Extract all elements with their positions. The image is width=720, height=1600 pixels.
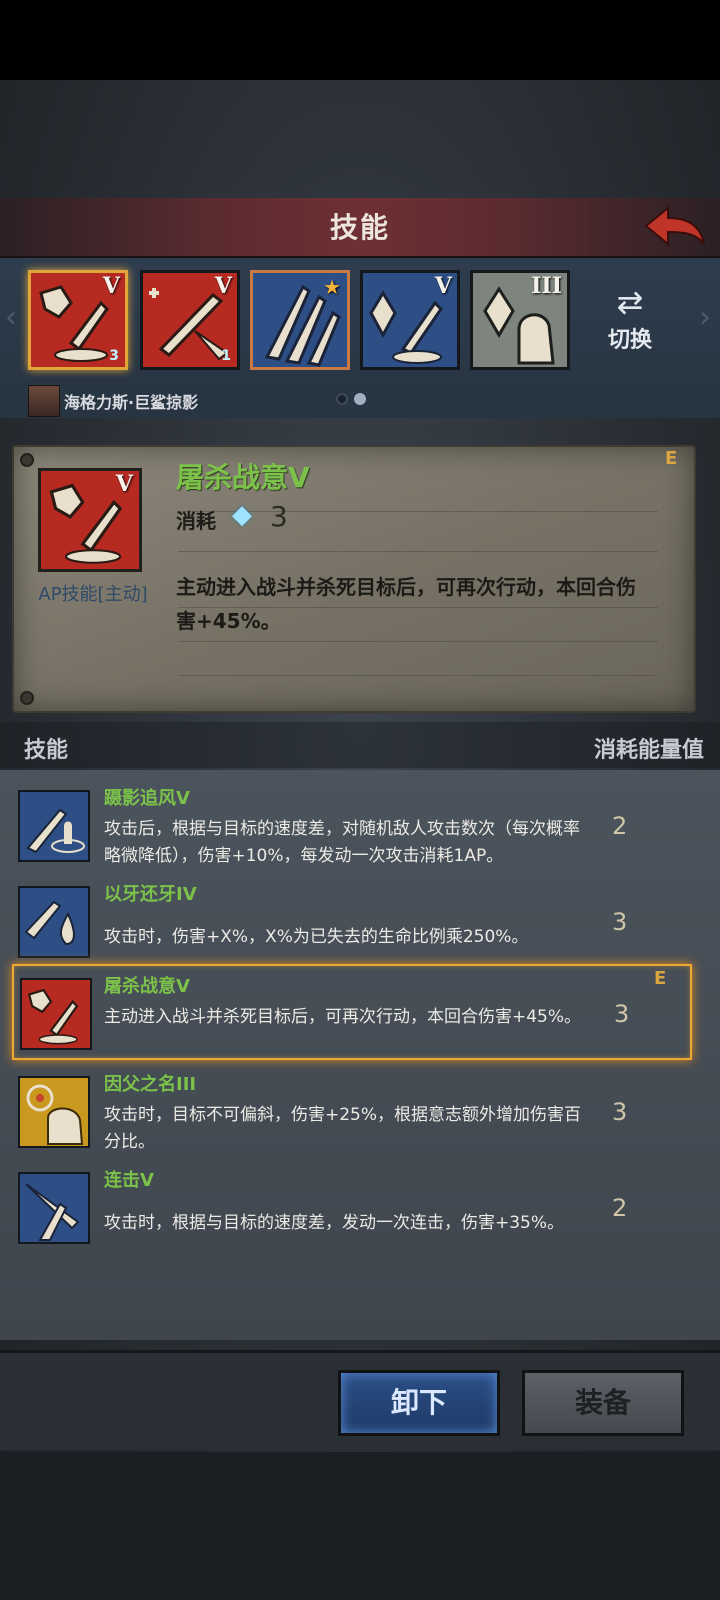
skill-description: 攻击后，根据与目标的速度差，对随机敌人攻击数次（每次概率略微降低），伤害+10%… xyxy=(104,819,580,866)
ruled-line xyxy=(178,551,658,552)
skill-cost: 2 xyxy=(612,1194,628,1222)
sword-drop-icon xyxy=(18,886,90,958)
skill-slot-4[interactable]: V xyxy=(360,270,460,370)
skill-name: 蹑影追风V xyxy=(104,788,190,809)
skill-cost: 3 xyxy=(612,1098,628,1126)
skill-slot-2[interactable]: V 1 xyxy=(140,270,240,370)
skill-level: V xyxy=(214,273,232,299)
double-blade-icon xyxy=(18,1172,90,1244)
skill-slot-3[interactable]: ★ xyxy=(250,270,350,370)
skill-list-item-selected[interactable]: 屠杀战意V 主动进入战斗并杀死目标后，可再次行动，本回合伤害+45%。 3 E xyxy=(12,964,692,1060)
rivet-icon xyxy=(20,453,34,467)
ruled-line xyxy=(178,641,658,642)
skill-slot-1[interactable]: V 3 xyxy=(28,270,128,370)
detail-description: 主动进入战斗并杀死目标后，可再次行动，本回合伤害+45%。 xyxy=(176,575,636,633)
ruled-line xyxy=(178,675,658,676)
list-header-cost: 消耗能量值 xyxy=(593,738,704,763)
skill-name: 以牙还牙IV xyxy=(104,884,197,905)
prev-page-arrow-icon[interactable]: ‹ xyxy=(2,300,20,336)
hero-info: 海格力斯·巨鲨掠影 xyxy=(28,385,198,417)
skill-description: 攻击时，伤害+X%，X%为已失去的生命比例乘250%。 xyxy=(104,927,529,947)
skill-cost: 3 xyxy=(614,1000,630,1028)
status-bar-area xyxy=(0,0,720,80)
switch-button[interactable]: ⇄ 切换 xyxy=(600,282,660,362)
detail-skill-icon: V xyxy=(38,468,142,572)
switch-label: 切换 xyxy=(607,328,652,353)
rank-badge: E xyxy=(665,448,678,469)
skill-level: III xyxy=(531,273,562,299)
page-dot-active xyxy=(354,393,366,405)
skill-list-item[interactable]: 以牙还牙IV 攻击时，伤害+X%，X%为已失去的生命比例乘250%。 3 xyxy=(0,874,720,970)
hero-avatar xyxy=(28,385,60,417)
page-indicator xyxy=(336,393,366,405)
next-page-arrow-icon[interactable]: › xyxy=(696,300,714,336)
broken-sword-icon xyxy=(20,978,92,1050)
skill-level: V xyxy=(434,273,452,299)
back-button[interactable] xyxy=(642,204,708,252)
rivet-icon xyxy=(20,691,34,705)
header-bar: 技能 xyxy=(0,198,720,258)
equip-button[interactable]: 装备 xyxy=(522,1370,684,1436)
skill-level: V xyxy=(115,471,133,497)
page-dot xyxy=(336,393,348,405)
skill-type-label: AP技能[主动] xyxy=(38,584,148,605)
energy-gem-icon: ◆ xyxy=(232,500,252,530)
sword-figure-icon xyxy=(18,790,90,862)
unequip-button[interactable]: 卸下 xyxy=(338,1370,500,1436)
target-arm-icon xyxy=(18,1076,90,1148)
cost-label: 消耗 xyxy=(176,509,216,533)
page-title: 技能 xyxy=(329,211,390,244)
skill-cost: 3 xyxy=(612,908,628,936)
skill-slot-5[interactable]: III xyxy=(470,270,570,370)
hero-name: 海格力斯·巨鲨掠影 xyxy=(64,393,199,412)
back-arrow-icon xyxy=(644,205,705,247)
skill-list-item[interactable]: 因父之名III 攻击时，目标不可偏斜，伤害+25%，根据意志额外增加伤害百分比。… xyxy=(0,1064,720,1160)
gem-count-badge: 1 xyxy=(221,348,231,364)
skill-level: V xyxy=(102,273,120,299)
rank-badge: E xyxy=(654,968,667,989)
skill-description: 主动进入战斗并杀死目标后，可再次行动，本回合伤害+45%。 xyxy=(104,1007,582,1027)
skill-list: 蹑影追风V 攻击后，根据与目标的速度差，对随机敌人攻击数次（每次概率略微降低），… xyxy=(0,770,720,1340)
skill-list-item[interactable]: 蹑影追风V 攻击后，根据与目标的速度差，对随机敌人攻击数次（每次概率略微降低），… xyxy=(0,778,720,874)
detail-skill-name: 屠杀战意V xyxy=(176,461,310,494)
skill-name: 屠杀战意V xyxy=(104,976,190,997)
skill-list-item[interactable]: 连击V 攻击时，根据与目标的速度差，发动一次连击，伤害+35%。 2 xyxy=(0,1160,720,1256)
skill-name: 连击V xyxy=(104,1170,154,1191)
skill-description: 攻击时，根据与目标的速度差，发动一次连击，伤害+35%。 xyxy=(104,1213,565,1233)
skill-cost: 2 xyxy=(612,812,628,840)
skill-description: 攻击时，目标不可偏斜，伤害+25%，根据意志额外增加伤害百分比。 xyxy=(104,1105,582,1152)
swap-arrows-icon: ⇄ xyxy=(616,283,644,321)
skill-name: 因父之名III xyxy=(104,1074,197,1095)
bottom-background xyxy=(0,1452,720,1600)
list-header-skill: 技能 xyxy=(24,738,69,763)
gem-count-badge: 3 xyxy=(109,348,119,364)
star-icon: ★ xyxy=(323,275,341,299)
cost-value: 3 xyxy=(270,500,288,533)
